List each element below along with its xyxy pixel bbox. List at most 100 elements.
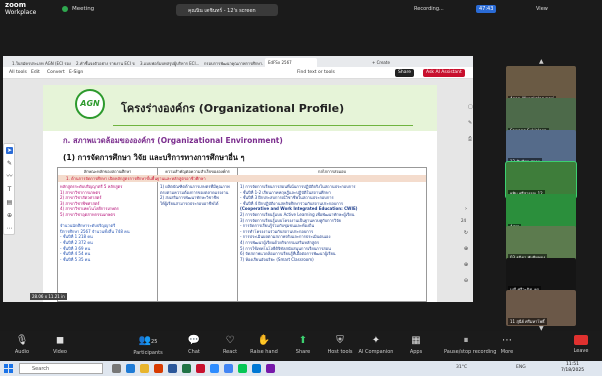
taskbar-search[interactable]: Search [19, 363, 103, 374]
zoom-logo: zoom Workplace [5, 1, 37, 17]
highlight-tool-icon[interactable]: ▤ [6, 199, 13, 206]
participant-tile[interactable]: 11 สุนีย์ ศรีมหาโพธิ์ [506, 290, 576, 326]
chat-button[interactable]: 💬 Chat [174, 335, 214, 355]
shared-browser-window: 1.ใบสมัครประเภท AGN (ECI รองรับ)... 2.คำ… [3, 56, 473, 302]
system-clock[interactable]: 11:51 7/18/2025 [561, 362, 584, 374]
zoom-out-icon[interactable]: ⊖ [461, 278, 471, 284]
comment-icon[interactable]: ✎ [468, 120, 472, 126]
draw-tool-icon[interactable]: 〰 [6, 173, 13, 180]
leave-icon [574, 335, 588, 345]
audio-button[interactable]: 🎙 Audio [2, 335, 42, 355]
zoom-control-bar: 🎙 Audio ◼ Video 👥25 Participants 💬 Chat ♡ Rea… [0, 331, 602, 361]
pdf-page: AGN โครงร่างองค์กร (Organizational Profi… [43, 85, 437, 302]
page-title: โครงร่างองค์กร (Organizational Profile) [121, 102, 345, 115]
share-screen-button[interactable]: ⬆ Share [283, 335, 323, 355]
raise-hand-button[interactable]: ✋ Raise hand [244, 335, 284, 355]
menu-convert[interactable]: Convert [47, 70, 65, 75]
onenote-icon[interactable] [266, 364, 275, 373]
edge-icon[interactable] [126, 364, 135, 373]
gallery-up-icon[interactable]: ▲ [539, 58, 544, 65]
table-cell-characteristics: หลักสูตรระดับปริญญาตรี 5 หลักสูตร 1) สาข… [58, 182, 158, 302]
cell-line: ให้ผู้เรียนสามารถประกอบอาชีพได้ [160, 200, 219, 206]
participant-tile[interactable]: Sawang Sukjaloen [506, 98, 576, 134]
browser-tab[interactable]: 1.ใบสมัครประเภท AGN (ECI รองรับ)... [9, 58, 71, 67]
next-page-icon[interactable]: › [461, 206, 471, 212]
participants-icon: 👥25 [138, 335, 158, 346]
more-tools-icon[interactable]: ⋯ [6, 225, 13, 232]
apps-button[interactable]: ▦ Apps [396, 335, 436, 355]
select-cursor-icon[interactable]: ➤ [6, 147, 13, 154]
acrobat-icon[interactable] [196, 364, 205, 373]
zoom-app-icon[interactable] [210, 364, 219, 373]
windows-start-icon[interactable] [4, 364, 13, 373]
page-up-icon[interactable]: ⊕ [461, 246, 471, 252]
refresh-icon[interactable]: ↻ [461, 230, 471, 236]
table-header: กลไกการส่งมอบ [317, 169, 347, 174]
leave-button[interactable]: Leave [564, 335, 598, 354]
browser-tab[interactable]: 3.แบบฟอร์มบทสรุปผู้บริหาร ECI... [137, 58, 199, 67]
annotation-toolbar: ➤ ✎ 〰 T ▤ ⊕ ⋯ [3, 143, 15, 235]
menu-all-tools[interactable]: All tools [9, 70, 27, 75]
participant-gallery: Anan_Mungkalarungsi Sawang Sukjaloen 12-… [505, 66, 577, 326]
cell-line: 1) ผลิตบัณฑิตด้านการเกษตรที่มีคุณภาพ [160, 184, 230, 189]
powerpoint-icon[interactable] [154, 364, 163, 373]
section-heading: (1) การจัดการศึกษา วิจัย และบริการทางการ… [63, 153, 245, 162]
windows-taskbar: Search 31°C ENG 11:51 7/18/2025 [0, 361, 602, 376]
zoom-tool-icon[interactable]: ⊕ [6, 212, 13, 219]
header-divider [113, 125, 413, 126]
menu-edit[interactable]: Edit [31, 70, 40, 75]
share-button[interactable]: Share [395, 69, 414, 77]
browser-tab[interactable]: 2.คำชี้แจงตัวอย่าง รายงาน ECI รอบ... [73, 58, 135, 67]
print-icon[interactable]: ⎙ [468, 136, 472, 142]
ai-assistant-button[interactable]: Ask AI Assistant [423, 69, 465, 77]
meeting-label[interactable]: Meeting [72, 6, 94, 12]
zoom-top-bar: zoom Workplace Meeting คุณนิน เตชินทร์ - … [0, 0, 602, 20]
browser-tab[interactable]: กรอบการพัฒนาคุณภาพการศึกษา... [201, 58, 263, 67]
cell-line: - ชั้นปีที่ 5 35 คน [60, 256, 91, 262]
page-number: 24 [461, 218, 467, 223]
input-language[interactable]: ENG [516, 365, 526, 370]
participant-tile[interactable]: มณี ศรีวะนิช_ครู [506, 258, 576, 294]
text-tool-icon[interactable]: T [6, 186, 13, 193]
bookmark-icon[interactable]: ▢ [468, 104, 473, 110]
browser-tab-active[interactable]: EdFSx 2567 [265, 58, 317, 67]
camera-icon: ◼ [55, 335, 65, 346]
view-button[interactable]: View [536, 6, 548, 12]
pause-stop-icon: ⏸ [463, 335, 469, 346]
word-icon[interactable] [168, 364, 177, 373]
excel-icon[interactable] [182, 364, 191, 373]
participants-button[interactable]: 👥25 Participants [128, 335, 168, 356]
meeting-shield-icon[interactable] [62, 6, 68, 12]
file-explorer-icon[interactable] [140, 364, 149, 373]
sparkle-icon: ✦ [371, 335, 381, 346]
shield-icon: ⛨ [336, 335, 344, 346]
line-icon[interactable] [238, 364, 247, 373]
pause-recording-button[interactable]: ⏸ Pause/stop recording [444, 335, 496, 355]
outlook-icon[interactable] [252, 364, 261, 373]
participant-name: 11 สุนีย์ ศรีมหาโพธิ์ [508, 318, 547, 325]
zoom-in-icon[interactable]: ⊕ [461, 262, 471, 268]
task-view-icon[interactable] [112, 364, 121, 373]
doc-header: AGN โครงร่างองค์กร (Organizational Profi… [43, 85, 437, 131]
participant-tile[interactable]: Agro [506, 194, 576, 230]
create-tab-button[interactable]: + Create [369, 58, 395, 67]
weather-temp[interactable]: 31°C [456, 365, 467, 370]
menu-esign[interactable]: E-Sign [69, 70, 83, 75]
more-button[interactable]: ⋯ More [490, 335, 524, 355]
find-input[interactable]: Find text or tools [297, 70, 335, 75]
table-cell-delivery: 1) การจัดการเรียนการสอนที่เน้นการปฏิบัติ… [238, 182, 426, 302]
participant-tile[interactable]: Anan_Mungkalarungsi [506, 66, 576, 102]
ai-companion-button[interactable]: ✦ AI Companion [356, 335, 396, 355]
participant-tile-active[interactable]: ยุพิน ศรีสุวรรณ 12 [505, 161, 577, 199]
chrome-icon[interactable] [224, 364, 233, 373]
participant-tile[interactable]: 03 ธนิดา ทับทิมทอง [506, 226, 576, 262]
page-size-label: 28.06 x 11.21 in [30, 293, 67, 300]
host-tools-button[interactable]: ⛨ Host tools [320, 335, 360, 355]
profile-table: ลักษณะหลักของสถานศึกษา ความสำคัญต่อความส… [57, 167, 427, 302]
table-cell-importance: 1) ผลิตบัณฑิตด้านการเกษตรที่มีคุณภาพ ตรง… [158, 182, 238, 302]
recording-indicator[interactable]: Recording... [414, 6, 444, 12]
comment-tool-icon[interactable]: ✎ [6, 160, 13, 167]
screen-share-title[interactable]: คุณนิน เตชินทร์ - 12's screen [176, 4, 278, 16]
video-button[interactable]: ◼ Video [40, 335, 80, 355]
participant-tile[interactable]: 12-พิมพิดา สยาม [506, 130, 576, 166]
